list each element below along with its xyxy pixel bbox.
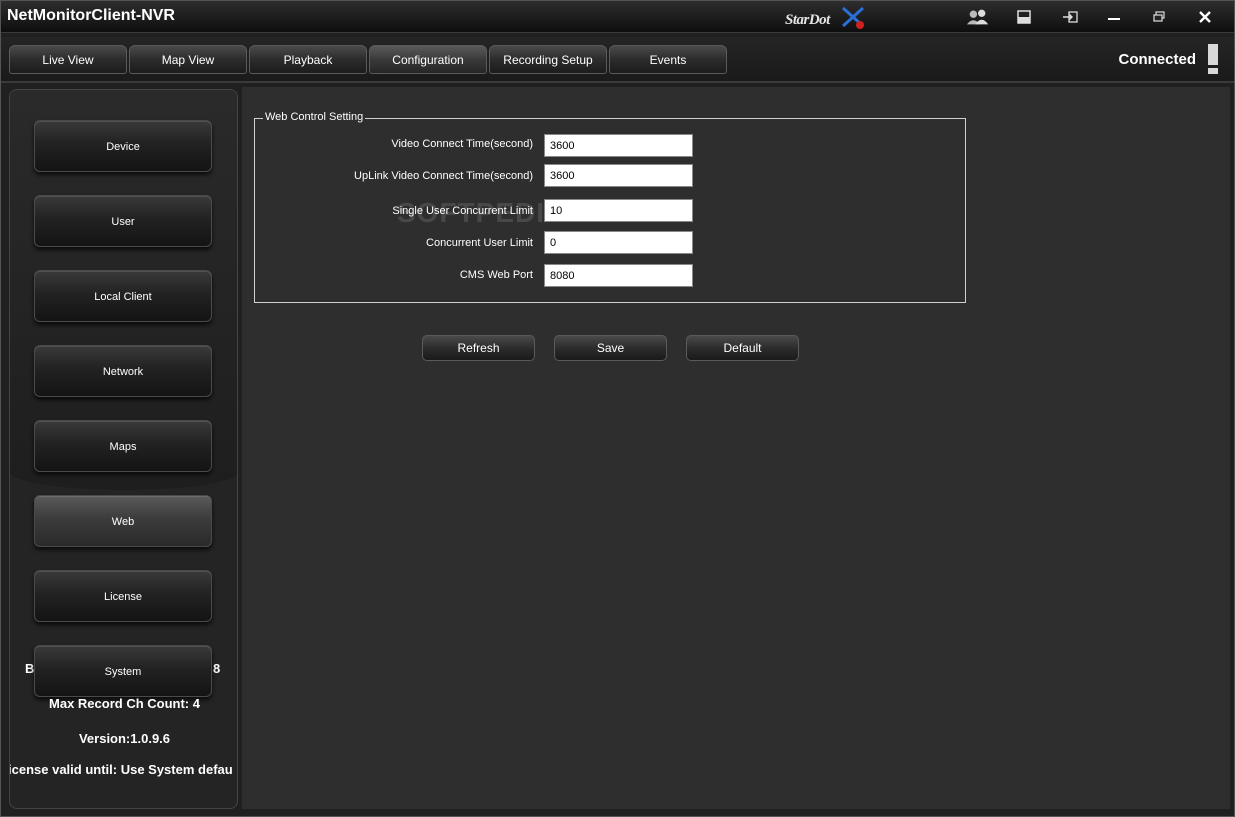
minimize-icon[interactable] <box>1102 6 1126 28</box>
uplink-video-connect-time-input[interactable] <box>544 164 693 187</box>
concurrent-user-limit-input[interactable] <box>544 231 693 254</box>
app-window: NetMonitorClient-NVR StarDot Live View M… <box>0 0 1235 817</box>
web-control-legend: Web Control Setting <box>263 111 366 123</box>
sidebar-item-network[interactable]: Network <box>34 345 212 397</box>
users-icon[interactable] <box>966 6 990 28</box>
single-user-concurrent-limit-label: Single User Concurrent Limit <box>392 205 533 217</box>
app-title: NetMonitorClient-NVR <box>7 7 175 24</box>
sidebar-item-web[interactable]: Web <box>34 495 212 547</box>
cms-web-port-input[interactable] <box>544 264 693 287</box>
tab-recording-setup[interactable]: Recording Setup <box>489 45 607 74</box>
title-bar: NetMonitorClient-NVR StarDot <box>1 1 1234 33</box>
logout-icon[interactable] <box>1058 6 1082 28</box>
video-connect-time-input[interactable] <box>544 134 693 157</box>
sidebar-item-local-client[interactable]: Local Client <box>34 270 212 322</box>
tab-map-view[interactable]: Map View <box>129 45 247 74</box>
tab-bar: Live View Map View Playback Configuratio… <box>1 37 1234 83</box>
sidebar-item-system[interactable]: System <box>34 645 212 697</box>
single-user-concurrent-limit-input[interactable] <box>544 199 693 222</box>
info-clipped-left-text: B <box>25 661 35 676</box>
video-connect-time-label: Video Connect Time(second) <box>391 138 533 150</box>
sidebar-item-user[interactable]: User <box>34 195 212 247</box>
sidebar-item-device[interactable]: Device <box>34 120 212 172</box>
tab-events[interactable]: Events <box>609 45 727 74</box>
uplink-video-connect-time-label: UpLink Video Connect Time(second) <box>354 170 533 182</box>
connection-status: Connected <box>1118 51 1196 68</box>
save-button[interactable]: Save <box>554 335 667 361</box>
connection-indicator-icon <box>1208 44 1218 74</box>
web-control-fieldset: Web Control Setting SOFTPEDIA Video Conn… <box>254 111 966 303</box>
svg-text:StarDot: StarDot <box>785 12 831 28</box>
close-icon[interactable] <box>1193 6 1217 28</box>
cms-web-port-label: CMS Web Port <box>459 269 533 281</box>
config-sidebar: Device User Local Client Network Maps We… <box>9 89 238 809</box>
tab-live-view[interactable]: Live View <box>9 45 127 74</box>
sidebar-item-license[interactable]: License <box>34 570 212 622</box>
restore-icon[interactable] <box>1147 6 1171 28</box>
concurrent-user-limit-label: Concurrent User Limit <box>426 237 533 249</box>
stardot-logo: StarDot <box>785 6 865 29</box>
license-info: icense valid until: Use System defau <box>9 762 233 777</box>
tab-configuration[interactable]: Configuration <box>369 45 487 74</box>
max-record-count: Max Record Ch Count: 4 <box>49 696 200 711</box>
sidebar-item-maps[interactable]: Maps <box>34 420 212 472</box>
default-button[interactable]: Default <box>686 335 799 361</box>
tab-playback[interactable]: Playback <box>249 45 367 74</box>
version-info: Version:1.0.9.6 <box>78 731 171 746</box>
layout-icon[interactable] <box>1012 6 1036 28</box>
main-content: Web Control Setting SOFTPEDIA Video Conn… <box>242 87 1230 809</box>
refresh-button[interactable]: Refresh <box>422 335 535 361</box>
info-clipped-right-text: 8 <box>213 661 221 676</box>
